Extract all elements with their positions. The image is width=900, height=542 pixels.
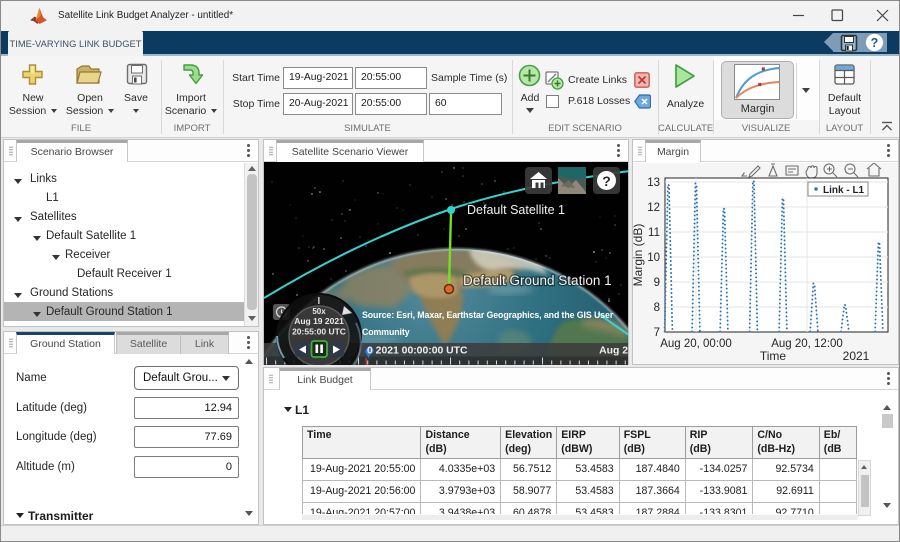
svg-text:10: 10 bbox=[647, 252, 660, 264]
svg-text:9: 9 bbox=[654, 277, 660, 289]
svg-text:12: 12 bbox=[647, 202, 660, 214]
svg-text:Source: Esri, Maxar, Earthstar: Source: Esri, Maxar, Earthstar Geographi… bbox=[362, 310, 614, 320]
svg-text:50x: 50x bbox=[312, 307, 326, 316]
svg-text:Aug 2: Aug 2 bbox=[599, 346, 628, 357]
svg-text:Link - L1: Link - L1 bbox=[823, 185, 865, 196]
svg-text:Time: Time bbox=[760, 349, 787, 363]
svg-text:Aug 19 2021: Aug 19 2021 bbox=[294, 316, 344, 326]
svg-text:20:55:00 UTC: 20:55:00 UTC bbox=[292, 327, 346, 337]
svg-text:13: 13 bbox=[647, 177, 660, 189]
svg-text:Margin (dB): Margin (dB) bbox=[633, 224, 645, 287]
svg-text:Default Ground Station 1: Default Ground Station 1 bbox=[463, 273, 612, 288]
svg-text:7: 7 bbox=[654, 327, 660, 339]
svg-text:Community: Community bbox=[362, 327, 410, 337]
svg-text:Aug 20, 00:00: Aug 20, 00:00 bbox=[660, 338, 732, 350]
svg-text:?: ? bbox=[871, 36, 879, 50]
svg-text:2021: 2021 bbox=[843, 349, 870, 363]
svg-text:?: ? bbox=[602, 173, 611, 189]
svg-text:Default Satellite 1: Default Satellite 1 bbox=[467, 203, 565, 217]
svg-text:11: 11 bbox=[648, 227, 660, 239]
svg-text:8: 8 bbox=[654, 302, 660, 314]
svg-text:0 2021 00:00:00 UTC: 0 2021 00:00:00 UTC bbox=[367, 346, 468, 357]
